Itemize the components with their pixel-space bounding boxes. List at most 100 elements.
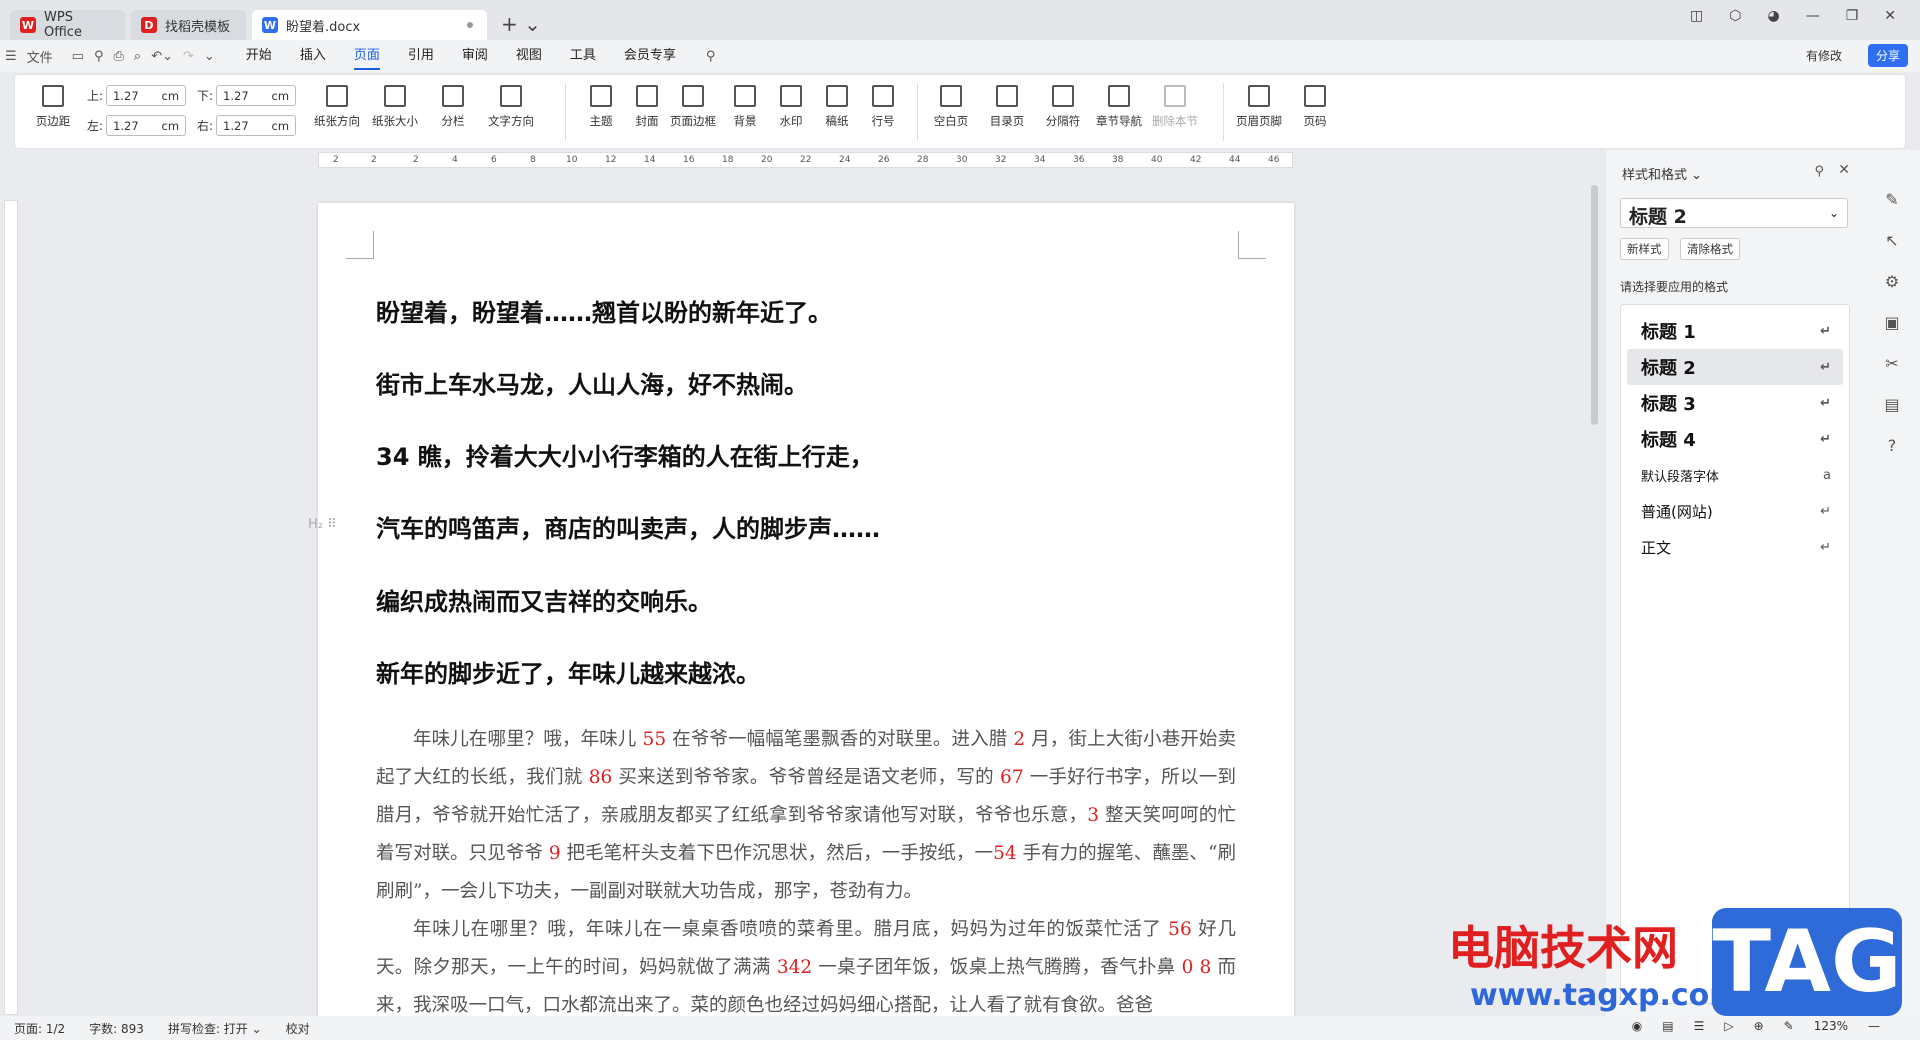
heading-1[interactable]: 盼望着，盼望着……翘首以盼的新年近了。 — [376, 293, 832, 328]
search-icon[interactable]: ⚲ — [706, 49, 716, 64]
layout-icon[interactable]: ◫ — [1690, 8, 1703, 24]
page-border-button[interactable]: 页面边框 — [663, 85, 723, 129]
horizontal-ruler[interactable]: 2 2 2 4 6 8 10 12 14 16 18 20 22 24 26 2… — [318, 152, 1293, 168]
section-nav-button[interactable]: 章节导航 — [1089, 85, 1149, 129]
line-number-button[interactable]: 行号 — [853, 85, 913, 129]
page-view-icon[interactable]: ▤ — [1662, 1019, 1673, 1033]
style-item-heading-1[interactable]: 标题 1 ↵ — [1627, 313, 1843, 349]
undo-icon[interactable]: ↶⌄ — [151, 49, 173, 64]
print-icon[interactable]: ⎙ — [114, 49, 124, 64]
menu-reference[interactable]: 引用 — [408, 40, 434, 72]
restore-icon[interactable]: ❐ — [1846, 8, 1859, 24]
print-preview-icon[interactable]: ⌕ — [134, 49, 141, 64]
zoom-level[interactable]: 123% — [1814, 1019, 1848, 1033]
page-number-button[interactable]: 页码 — [1285, 85, 1345, 129]
tools-icon[interactable]: ✂ — [1885, 354, 1898, 373]
heading-5[interactable]: 编织成热闹而又吉祥的交响乐。 — [376, 582, 712, 617]
edited-status[interactable]: 有修改 — [1806, 47, 1842, 64]
eye-icon[interactable]: ◉ — [1632, 1019, 1642, 1033]
text-run: 年味儿在哪里？哦，年味儿 — [413, 729, 643, 750]
book-icon[interactable]: ▤ — [1884, 395, 1899, 414]
image-edit-icon[interactable]: ▣ — [1884, 313, 1899, 332]
new-tab-icon[interactable]: + ⌄ — [501, 10, 541, 40]
page-count[interactable]: 页面: 1/2 — [14, 1020, 65, 1037]
outline-icon[interactable]: ☰ — [1694, 1019, 1705, 1033]
style-item-heading-2[interactable]: 标题 2 ↵ — [1627, 349, 1843, 385]
heading-2[interactable]: 街市上车水马龙，人山人海，好不热闹。 — [376, 365, 808, 400]
proofread[interactable]: 校对 — [286, 1020, 310, 1037]
more-icon[interactable]: ⌄ — [204, 49, 215, 64]
style-item-default-font[interactable]: 默认段落字体 a — [1627, 457, 1843, 493]
file-menu[interactable]: 文件 — [27, 47, 53, 66]
word-count[interactable]: 字数: 893 — [89, 1020, 144, 1037]
find-icon[interactable]: ⚲ — [94, 49, 104, 64]
play-icon[interactable]: ▷ — [1724, 1019, 1733, 1033]
margin-left-field[interactable]: 左: 1.27 cm — [87, 115, 187, 136]
tab-docer[interactable]: D 找稻壳模板 — [131, 10, 246, 40]
current-style-select[interactable]: 标题 2 ⌄ — [1620, 198, 1848, 228]
help-icon[interactable]: ? — [1888, 436, 1897, 455]
menu-review[interactable]: 审阅 — [462, 40, 488, 72]
select-cursor-icon[interactable]: ↖ — [1885, 231, 1898, 250]
share-button[interactable]: 分享 — [1867, 44, 1908, 67]
heading-6[interactable]: 新年的脚步近了，年味儿越来越浓。 — [376, 654, 760, 689]
redo-icon[interactable]: ↷ — [183, 49, 194, 64]
style-item-heading-4[interactable]: 标题 4 ↵ — [1627, 421, 1843, 457]
toc-page-button[interactable]: 目录页 — [977, 85, 1037, 129]
orientation-button[interactable]: 纸张方向 — [307, 85, 367, 129]
paragraph-2[interactable]: 年味儿在哪里？哦，年味儿在一桌桌香喷喷的菜肴里。腊月底，妈妈为过年的饭菜忙活了 … — [376, 911, 1236, 1025]
cube-icon[interactable]: ⬡ — [1729, 8, 1741, 24]
new-style-button[interactable]: 新样式 — [1620, 238, 1669, 260]
columns-button[interactable]: 分栏 — [423, 85, 483, 129]
close-icon[interactable]: ✕ — [1838, 162, 1850, 178]
scrollbar-thumb[interactable] — [1591, 185, 1598, 425]
menu-tools[interactable]: 工具 — [570, 40, 596, 72]
paper-size-button[interactable]: 纸张大小 — [365, 85, 425, 129]
margin-top-field[interactable]: 上: 1.27 cm — [87, 85, 187, 106]
style-item-body[interactable]: 正文 ↵ — [1627, 529, 1843, 565]
tab-document[interactable]: W 盼望着.docx — [252, 10, 487, 40]
menu-insert[interactable]: 插入 — [300, 40, 326, 72]
spell-check[interactable]: 拼写检查: 打开 ⌄ — [168, 1020, 262, 1037]
web-icon[interactable]: ⊕ — [1754, 1019, 1764, 1033]
header-footer-button[interactable]: 页眉页脚 — [1229, 85, 1289, 129]
menu-start[interactable]: 开始 — [246, 40, 272, 72]
text-direction-button[interactable]: 文字方向 — [481, 85, 541, 129]
menu-member[interactable]: 会员专享 — [624, 40, 676, 72]
clear-format-button[interactable]: 清除格式 — [1680, 238, 1740, 260]
minimize-icon[interactable]: — — [1806, 8, 1820, 24]
close-icon[interactable]: ✕ — [1884, 8, 1896, 24]
vertical-ruler[interactable] — [4, 200, 18, 1015]
save-icon[interactable]: ▭ — [72, 49, 84, 64]
paragraph-1[interactable]: 年味儿在哪里？哦，年味儿 55 在爷爷一幅幅笔墨飘香的对联里。进入腊 2 月，街… — [376, 721, 1236, 911]
heading-level-marker[interactable]: H₂ ⠿ — [308, 517, 337, 532]
margins-button[interactable]: 页边距 — [23, 85, 83, 129]
menu-page[interactable]: 页面 — [353, 40, 380, 72]
separator-button[interactable]: 分隔符 — [1033, 85, 1093, 129]
number-run: 9 — [548, 843, 561, 864]
number-run: 56 — [1168, 919, 1192, 940]
style-item-normal-web[interactable]: 普通(网站) ↵ — [1627, 493, 1843, 529]
vertical-scrollbar[interactable] — [1588, 155, 1600, 1015]
heading-3[interactable]: 34 瞧，拎着大大小小行李箱的人在街上行走， — [376, 437, 874, 472]
avatar[interactable]: ◕ — [1767, 8, 1779, 24]
blank-page-button[interactable]: 空白页 — [921, 85, 981, 129]
document-page[interactable]: 盼望着，盼望着……翘首以盼的新年近了。 街市上车水马龙，人山人海，好不热闹。 3… — [318, 203, 1294, 1040]
margin-right-field[interactable]: 右: 1.27 cm — [197, 115, 297, 136]
zoom-out-icon[interactable]: — — [1868, 1019, 1880, 1033]
ribbon-toolbar: 页边距 上: 1.27 cm 下: 1.27 cm 左: 1.27 cm 右: 1.27 cm … — [14, 74, 1906, 149]
pin-icon[interactable]: ⚲ — [1814, 164, 1824, 179]
delete-section-button[interactable]: 删除本节 — [1145, 85, 1205, 129]
pen-icon[interactable]: ✎ — [1784, 1019, 1794, 1033]
menu-icon[interactable]: ☰ — [5, 49, 17, 64]
adjust-icon[interactable]: ⚙ — [1885, 272, 1899, 291]
margin-bottom-field[interactable]: 下: 1.27 cm — [197, 85, 297, 106]
body-text[interactable]: 年味儿在哪里？哦，年味儿 55 在爷爷一幅幅笔墨飘香的对联里。进入腊 2 月，街… — [376, 721, 1236, 1025]
edit-pen-icon[interactable]: ✎ — [1885, 190, 1898, 209]
heading-4[interactable]: 汽车的鸣笛声，商店的叫卖声，人的脚步声…… — [376, 509, 880, 544]
margin-corner — [1238, 231, 1266, 259]
unsaved-dot-icon[interactable] — [467, 22, 473, 28]
menu-view[interactable]: 视图 — [516, 40, 542, 72]
tab-wps-office[interactable]: W WPS Office — [10, 10, 125, 40]
style-item-heading-3[interactable]: 标题 3 ↵ — [1627, 385, 1843, 421]
